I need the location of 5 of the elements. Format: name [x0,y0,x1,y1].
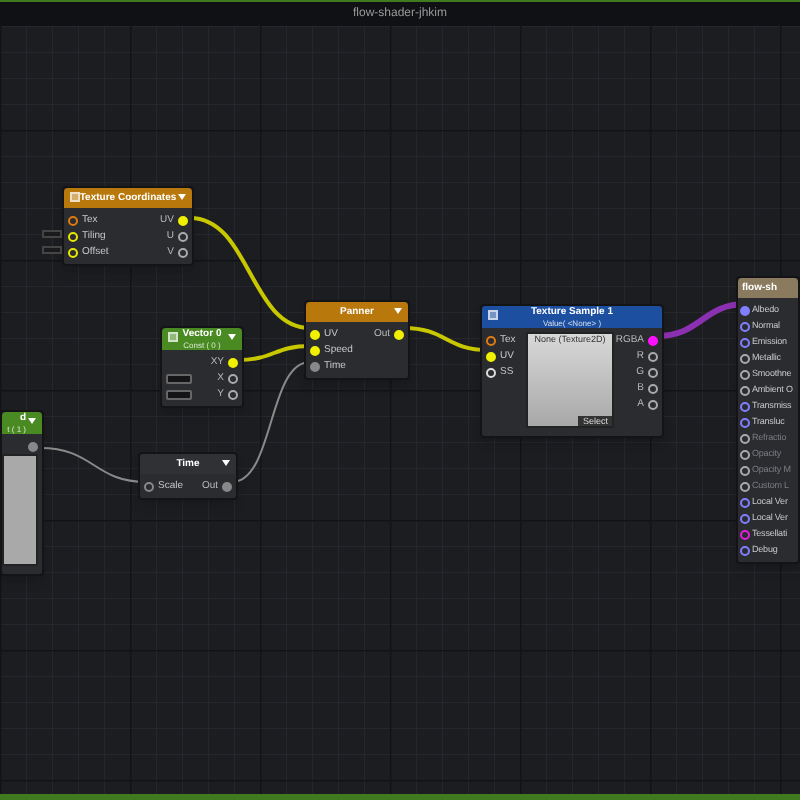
caret-icon[interactable] [222,460,230,466]
value-field[interactable] [166,373,192,383]
value-field[interactable] [166,389,192,399]
value-field[interactable] [42,229,62,237]
value-field[interactable] [42,245,62,253]
